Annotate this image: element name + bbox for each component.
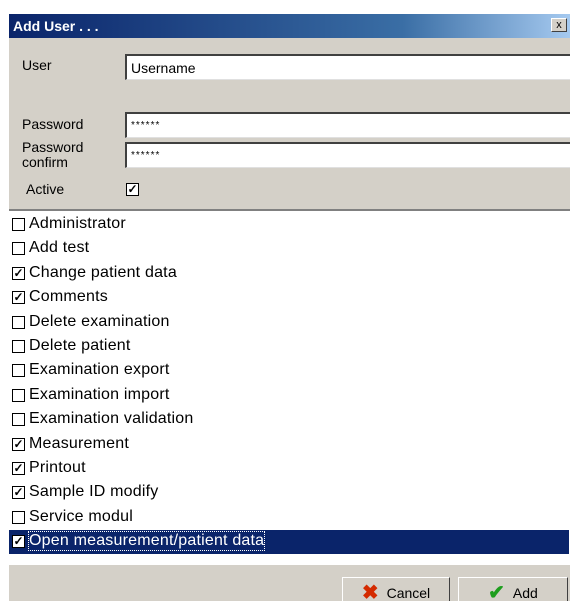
permission-label: Measurement [29,434,130,452]
permission-item[interactable]: ✓ Printout [9,457,569,481]
permission-checkbox[interactable] [12,413,25,427]
permission-checkbox[interactable]: ✓ [12,291,25,305]
permission-label: Examination export [29,361,170,379]
permission-checkbox[interactable]: ✓ [12,437,25,451]
permission-label: Open measurement/patient data [27,531,266,552]
checkmark-icon: ✔ [488,582,505,601]
permission-item[interactable]: Examination import [9,384,569,408]
permission-item[interactable]: ✓ Sample ID modify [9,481,569,505]
permission-item[interactable]: Administrator [9,213,569,237]
password-confirm-label: Password confirm [22,139,84,170]
cancel-button-label: Cancel [386,585,431,601]
permission-item[interactable]: Delete patient [9,335,569,359]
permission-checkbox[interactable]: ✓ [12,486,25,500]
permission-checkbox[interactable] [12,510,25,524]
permission-label: Examination validation [29,410,194,428]
password-input[interactable] [125,112,570,138]
dialog-title: Add User . . . [13,18,99,34]
permission-label: Printout [29,459,86,476]
add-button[interactable]: ✔ Add [458,577,568,601]
permission-label: Delete examination [29,312,170,330]
permission-label: Examination import [29,385,170,403]
permission-item[interactable]: ✓ Open measurement/patient data [9,530,569,555]
password-label: Password [22,116,84,132]
permission-checkbox[interactable] [12,340,25,353]
permission-checkbox[interactable]: ✓ [12,535,25,549]
permission-label: Change patient data [29,263,177,281]
permission-item[interactable]: Examination export [9,359,569,383]
permission-label: Sample ID modify [29,483,159,501]
active-label: Active [26,181,65,197]
title-bar[interactable]: Add User . . . x [9,14,570,38]
permission-item[interactable]: ✓ Comments [9,286,569,310]
password-confirm-input[interactable] [125,142,570,168]
permission-checkbox[interactable] [12,315,25,329]
permission-label: Delete patient [29,337,131,354]
permission-checkbox[interactable] [12,218,25,231]
permission-checkbox[interactable] [12,364,25,378]
permission-label: Add test [29,239,90,257]
permission-label: Administrator [29,215,126,232]
permission-label: Service modul [29,507,133,525]
permission-item[interactable]: ✓ Change patient data [9,262,569,286]
permission-checkbox[interactable] [12,242,25,256]
add-button-label: Add [512,585,538,601]
permission-item[interactable]: Examination validation [9,408,569,432]
permission-item[interactable]: ✓ Measurement [9,433,569,457]
cancel-button[interactable]: ✖ Cancel [342,577,450,601]
permission-checkbox[interactable]: ✓ [12,462,25,475]
close-icon: x [556,19,562,31]
active-checkbox[interactable]: ✓ [126,183,139,196]
permission-item[interactable]: Service modul [9,506,569,530]
permissions-list[interactable]: Administrator Add test ✓ Change patient dat… [9,209,570,565]
permission-item[interactable]: Delete examination [9,311,569,335]
username-input[interactable] [125,54,570,80]
permission-checkbox[interactable]: ✓ [12,266,25,280]
permission-label: Comments [29,288,108,306]
add-user-dialog: Add User . . . x User Password Password … [8,13,570,601]
user-label: User [22,57,52,73]
permission-item[interactable]: Add test [9,237,569,261]
close-button[interactable]: x [551,18,567,32]
permission-checkbox[interactable] [12,388,25,402]
cancel-x-icon: ✖ [361,582,379,601]
